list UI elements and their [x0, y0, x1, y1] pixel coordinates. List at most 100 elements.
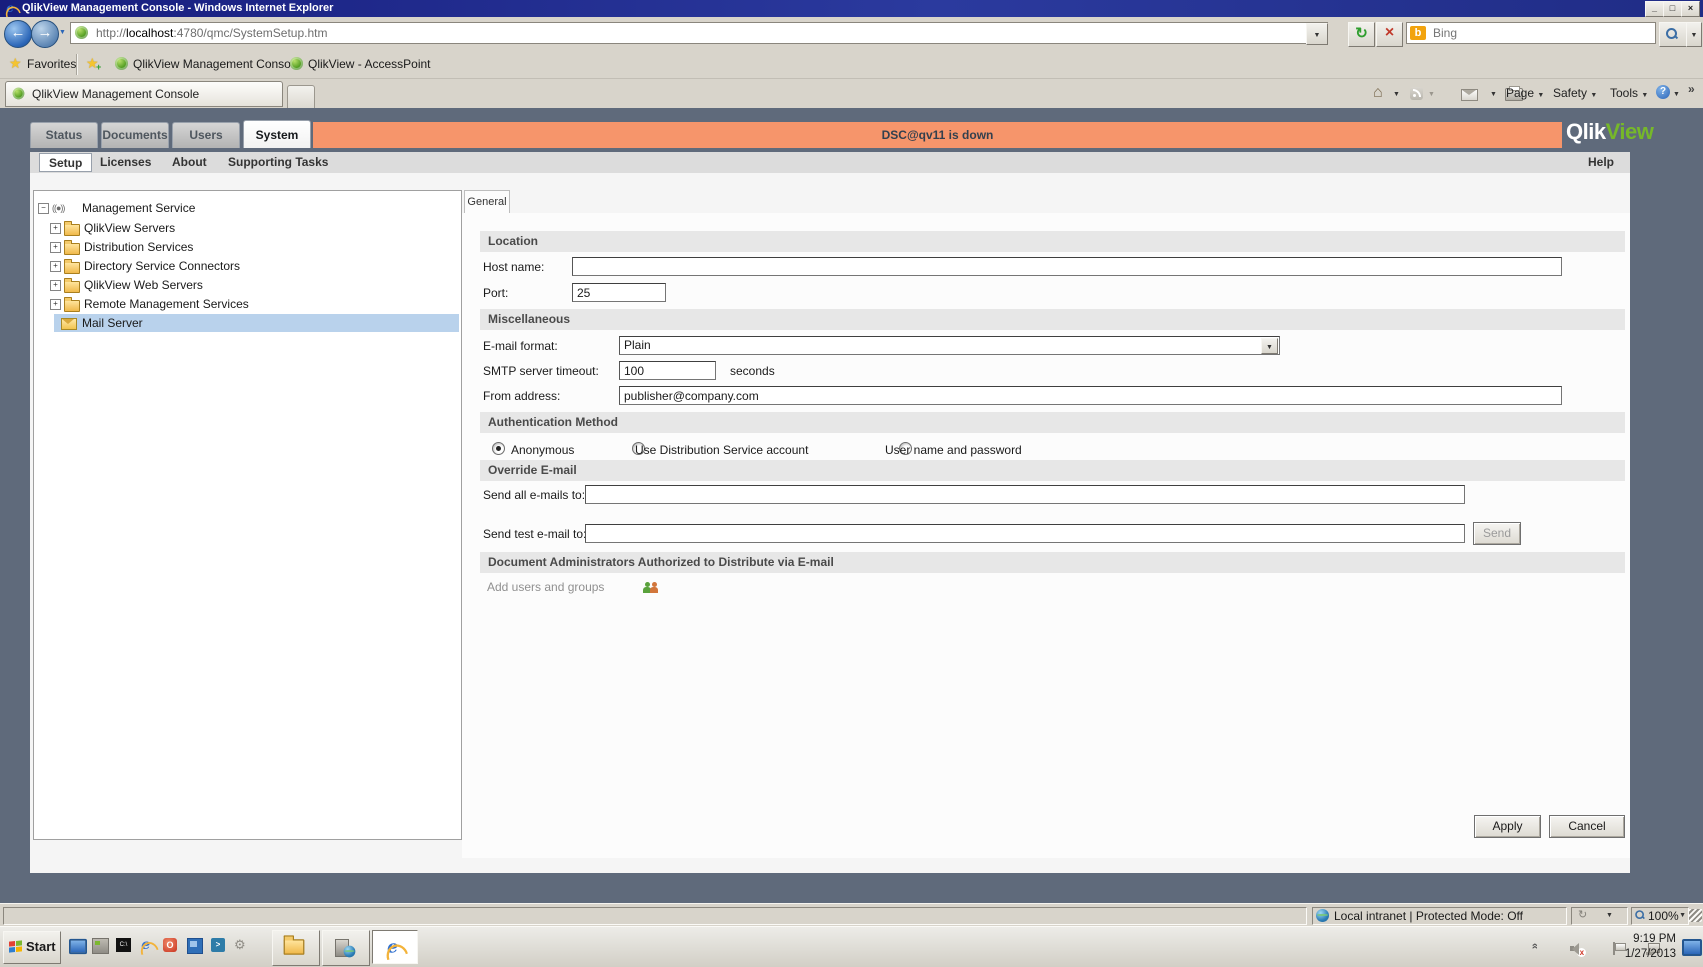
compat-segment[interactable]: ↻ ▼	[1571, 907, 1628, 925]
address-bar[interactable]: http://localhost:4780/qmc/SystemSetup.ht…	[70, 22, 1328, 44]
folder-icon	[64, 297, 80, 312]
send-test-input[interactable]	[585, 524, 1465, 543]
add-users-groups-link[interactable]: Add users and groups	[487, 580, 604, 594]
refresh-button[interactable]: ↻	[1348, 22, 1375, 47]
radio-anonymous[interactable]	[492, 442, 505, 455]
rss-feed-icon[interactable]	[1410, 87, 1423, 100]
new-tab-stub[interactable]	[287, 85, 315, 109]
favorite-item-accesspoint[interactable]: QlikView - AccessPoint	[308, 57, 431, 71]
favorites-button[interactable]: Favorites	[27, 57, 76, 71]
tab-status[interactable]: Status	[30, 122, 98, 148]
home-icon[interactable]: ⌂	[1373, 85, 1383, 101]
collapse-icon[interactable]: −	[38, 203, 49, 214]
server-manager-icon[interactable]	[92, 938, 109, 954]
search-input[interactable]	[1431, 25, 1650, 41]
favorite-item-qmc[interactable]: QlikView Management Console	[133, 57, 300, 71]
internet-explorer-quicklaunch-icon[interactable]: e	[138, 936, 159, 956]
search-icon	[1666, 28, 1678, 40]
back-button[interactable]: ←	[4, 20, 32, 48]
explorer-task-button[interactable]	[272, 930, 320, 966]
expand-icon[interactable]: +	[50, 299, 61, 310]
safety-menu-button[interactable]: Safety ▼	[1553, 86, 1597, 100]
tree-item-mail-server-selected[interactable]: Mail Server	[54, 314, 459, 332]
search-dropdown-button[interactable]: ▼	[1686, 22, 1702, 47]
address-dropdown-button[interactable]: ▼	[1306, 23, 1328, 45]
read-mail-icon[interactable]	[1461, 89, 1479, 101]
close-button[interactable]: ×	[1681, 1, 1700, 17]
tools-menu-button[interactable]: Tools ▼	[1610, 86, 1648, 100]
status-message-area	[3, 907, 1307, 925]
internet-explorer-task-button[interactable]: e	[372, 930, 418, 964]
initial-config-tasks-icon[interactable]: O	[163, 938, 177, 952]
send-all-input[interactable]	[585, 485, 1465, 504]
tray-overflow-icon[interactable]: »	[1529, 943, 1541, 949]
command-prompt-icon[interactable]: C:\	[116, 938, 131, 952]
minimize-button[interactable]: _	[1645, 1, 1664, 17]
help-dropdown-icon[interactable]: ▼	[1673, 91, 1680, 98]
services-icon[interactable]: ⚙	[234, 937, 246, 953]
tree-item-remote-management-services[interactable]: + Remote Management Services	[50, 295, 249, 313]
tray-clock[interactable]: 9:19 PM 1/27/2013	[1616, 932, 1676, 962]
search-box[interactable]: b	[1406, 22, 1656, 44]
section-override-email: Override E-mail	[480, 460, 1625, 481]
expand-icon[interactable]: +	[50, 242, 61, 253]
home-dropdown-icon[interactable]: ▼	[1393, 91, 1400, 98]
zone-text: Local intranet | Protected Mode: Off	[1334, 909, 1523, 923]
forward-button[interactable]: →	[31, 20, 59, 48]
start-button[interactable]: Start	[3, 931, 61, 964]
host-name-input[interactable]	[572, 257, 1562, 276]
subtab-about[interactable]: About	[172, 152, 207, 173]
apply-button[interactable]: Apply	[1474, 815, 1541, 838]
resize-grip[interactable]	[1689, 909, 1702, 922]
tree-item-qlikview-servers[interactable]: + QlikView Servers	[50, 219, 175, 237]
zoom-dropdown-icon[interactable]: ▼	[1679, 912, 1686, 919]
host-name-label: Host name:	[483, 260, 545, 274]
tab-system[interactable]: System	[243, 120, 311, 148]
help-link[interactable]: Help	[1588, 152, 1614, 173]
tab-general[interactable]: General	[464, 190, 510, 213]
show-desktop-icon[interactable]	[69, 938, 87, 955]
subtab-supporting-tasks[interactable]: Supporting Tasks	[228, 152, 328, 173]
logo-qlik: Qlik	[1566, 119, 1606, 144]
page-menu-button[interactable]: Page ▼	[1506, 86, 1544, 100]
expand-icon[interactable]: +	[50, 261, 61, 272]
toolbar-overflow-icon[interactable]: »	[1688, 82, 1695, 96]
rss-dropdown-icon[interactable]: ▼	[1428, 91, 1435, 98]
server-manager-task-button[interactable]	[322, 930, 370, 966]
tree-item-distribution-services[interactable]: + Distribution Services	[50, 238, 193, 256]
smtp-timeout-input[interactable]	[619, 361, 716, 380]
tab-users[interactable]: Users	[172, 122, 240, 148]
browser-tab[interactable]: QlikView Management Console	[5, 81, 283, 107]
from-address-input[interactable]	[619, 386, 1562, 405]
expand-icon[interactable]: +	[50, 223, 61, 234]
desktop-tray-icon[interactable]	[1682, 939, 1702, 956]
compat-dropdown-icon[interactable]: ▼	[1606, 912, 1613, 919]
select-dropdown-icon[interactable]: ▼	[1261, 338, 1278, 354]
print-dropdown-icon[interactable]: ▼	[1490, 91, 1497, 98]
from-address-label: From address:	[483, 389, 561, 403]
subtab-setup[interactable]: Setup	[39, 153, 93, 172]
cancel-button[interactable]: Cancel	[1549, 815, 1625, 838]
tree-item-directory-service-connectors[interactable]: + Directory Service Connectors	[50, 257, 240, 275]
subtab-licenses[interactable]: Licenses	[100, 152, 151, 173]
send-button[interactable]: Send	[1473, 522, 1521, 545]
intranet-zone-icon	[1316, 909, 1329, 922]
maximize-button[interactable]: □	[1663, 1, 1682, 17]
port-input[interactable]	[572, 283, 666, 302]
tree-item-qlikview-web-servers[interactable]: + QlikView Web Servers	[50, 276, 203, 294]
zoom-segment[interactable]: 100% ▼	[1631, 907, 1689, 925]
search-button[interactable]	[1659, 22, 1687, 47]
window-switcher-icon[interactable]	[187, 938, 203, 954]
powershell-icon[interactable]: >	[211, 938, 225, 952]
radio-username-password-label[interactable]: User name and password	[885, 443, 1022, 457]
help-menu-icon[interactable]: ?	[1656, 85, 1670, 99]
radio-anonymous-label[interactable]: Anonymous	[511, 443, 574, 457]
radio-distribution-account-label[interactable]: Use Distribution Service account	[635, 443, 808, 457]
history-dropdown-icon[interactable]: ▼	[59, 29, 66, 36]
expand-icon[interactable]: +	[50, 280, 61, 291]
tab-documents[interactable]: Documents	[101, 122, 169, 148]
users-groups-icon[interactable]	[642, 581, 660, 593]
stop-button[interactable]: ×	[1376, 22, 1403, 47]
email-format-select[interactable]: Plain ▼	[619, 336, 1280, 355]
volume-muted-icon[interactable]: x	[1570, 943, 1587, 957]
